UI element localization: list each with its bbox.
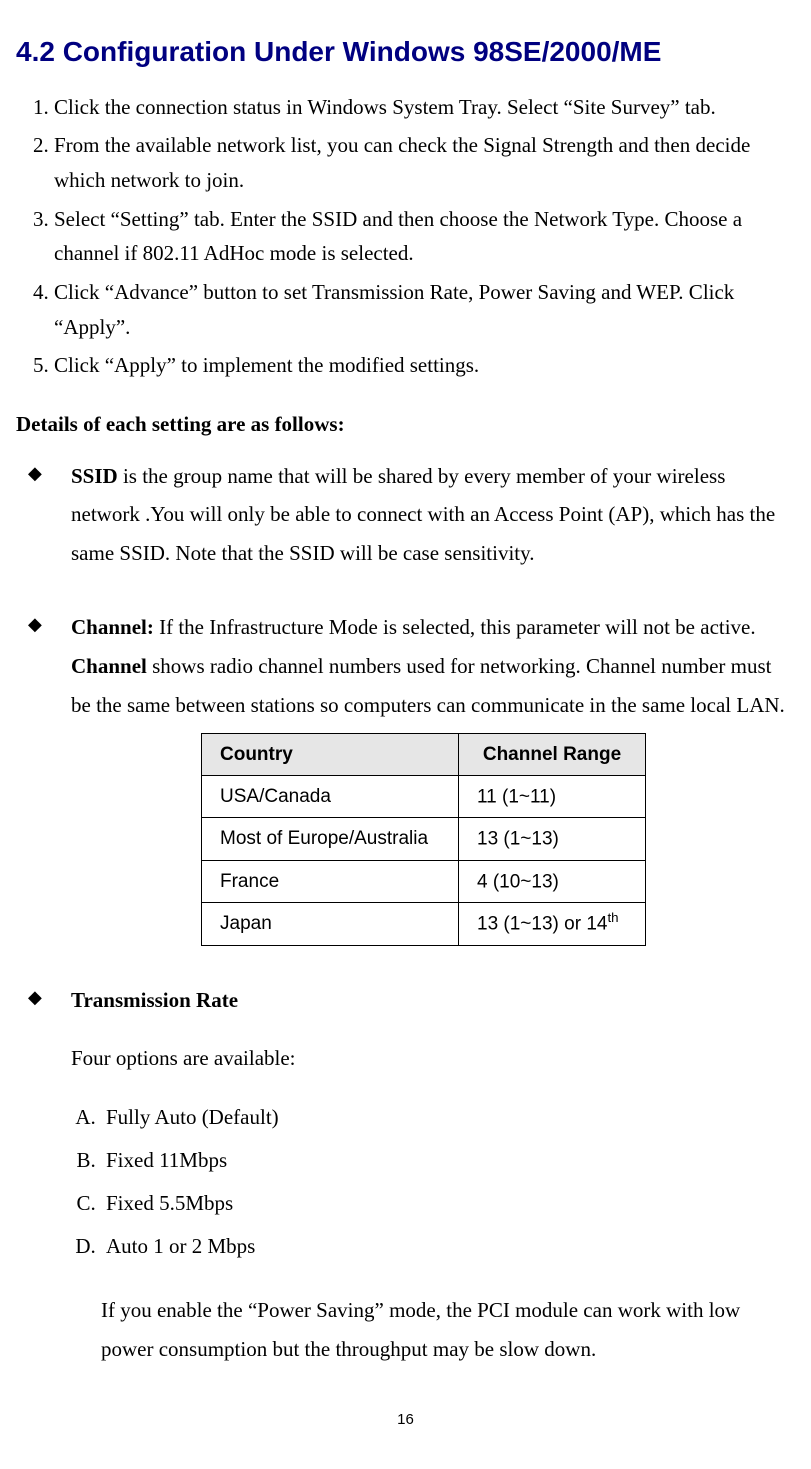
details-list: SSID is the group name that will be shar… — [16, 457, 795, 1369]
channel-text1: If the Infrastructure Mode is selected, … — [154, 615, 756, 639]
table-cell-country: France — [202, 860, 459, 902]
tx-note: If you enable the “Power Saving” mode, t… — [101, 1291, 795, 1369]
table-header-range: Channel Range — [459, 733, 646, 775]
tx-option: Fully Auto (Default) — [101, 1098, 795, 1137]
channel-label: Channel: — [71, 615, 154, 639]
table-cell-range: 13 (1~13) or 14th — [459, 903, 646, 945]
tx-option: Fixed 11Mbps — [101, 1141, 795, 1180]
table-cell-range: 4 (10~13) — [459, 860, 646, 902]
step-item: Click the connection status in Windows S… — [54, 90, 795, 125]
tx-intro: Four options are available: — [71, 1039, 795, 1078]
channel-bold2: Channel — [71, 654, 147, 678]
step-item: Click “Advance” button to set Transmissi… — [54, 275, 795, 344]
table-row: Most of Europe/Australia 13 (1~13) — [202, 818, 646, 860]
tx-option: Auto 1 or 2 Mbps — [101, 1227, 795, 1266]
table-cell-country: Japan — [202, 903, 459, 945]
table-row: USA/Canada 11 (1~11) — [202, 775, 646, 817]
page-number: 16 — [16, 1408, 795, 1432]
ssid-item: SSID is the group name that will be shar… — [16, 457, 795, 574]
section-heading: 4.2 Configuration Under Windows 98SE/200… — [16, 30, 795, 75]
step-item: Select “Setting” tab. Enter the SSID and… — [54, 202, 795, 271]
table-row: Japan 13 (1~13) or 14th — [202, 903, 646, 945]
table-cell-country: USA/Canada — [202, 775, 459, 817]
channel-item: Channel: If the Infrastructure Mode is s… — [16, 608, 795, 946]
tx-label: Transmission Rate — [71, 988, 238, 1012]
table-row: France 4 (10~13) — [202, 860, 646, 902]
table-cell-country: Most of Europe/Australia — [202, 818, 459, 860]
tx-option: Fixed 5.5Mbps — [101, 1184, 795, 1223]
steps-list: Click the connection status in Windows S… — [16, 90, 795, 383]
table-cell-range: 11 (1~11) — [459, 775, 646, 817]
table-header-row: Country Channel Range — [202, 733, 646, 775]
ssid-label: SSID — [71, 464, 118, 488]
channel-text2: shows radio channel numbers used for net… — [71, 654, 785, 717]
details-heading: Details of each setting are as follows: — [16, 408, 795, 442]
ssid-text: is the group name that will be shared by… — [71, 464, 775, 566]
channel-table: Country Channel Range USA/Canada 11 (1~1… — [201, 733, 646, 946]
table-header-country: Country — [202, 733, 459, 775]
step-item: From the available network list, you can… — [54, 128, 795, 197]
table-cell-range: 13 (1~13) — [459, 818, 646, 860]
tx-options-list: Fully Auto (Default) Fixed 11Mbps Fixed … — [71, 1098, 795, 1265]
step-item: Click “Apply” to implement the modified … — [54, 348, 795, 383]
transmission-rate-item: Transmission Rate Four options are avail… — [16, 981, 795, 1369]
